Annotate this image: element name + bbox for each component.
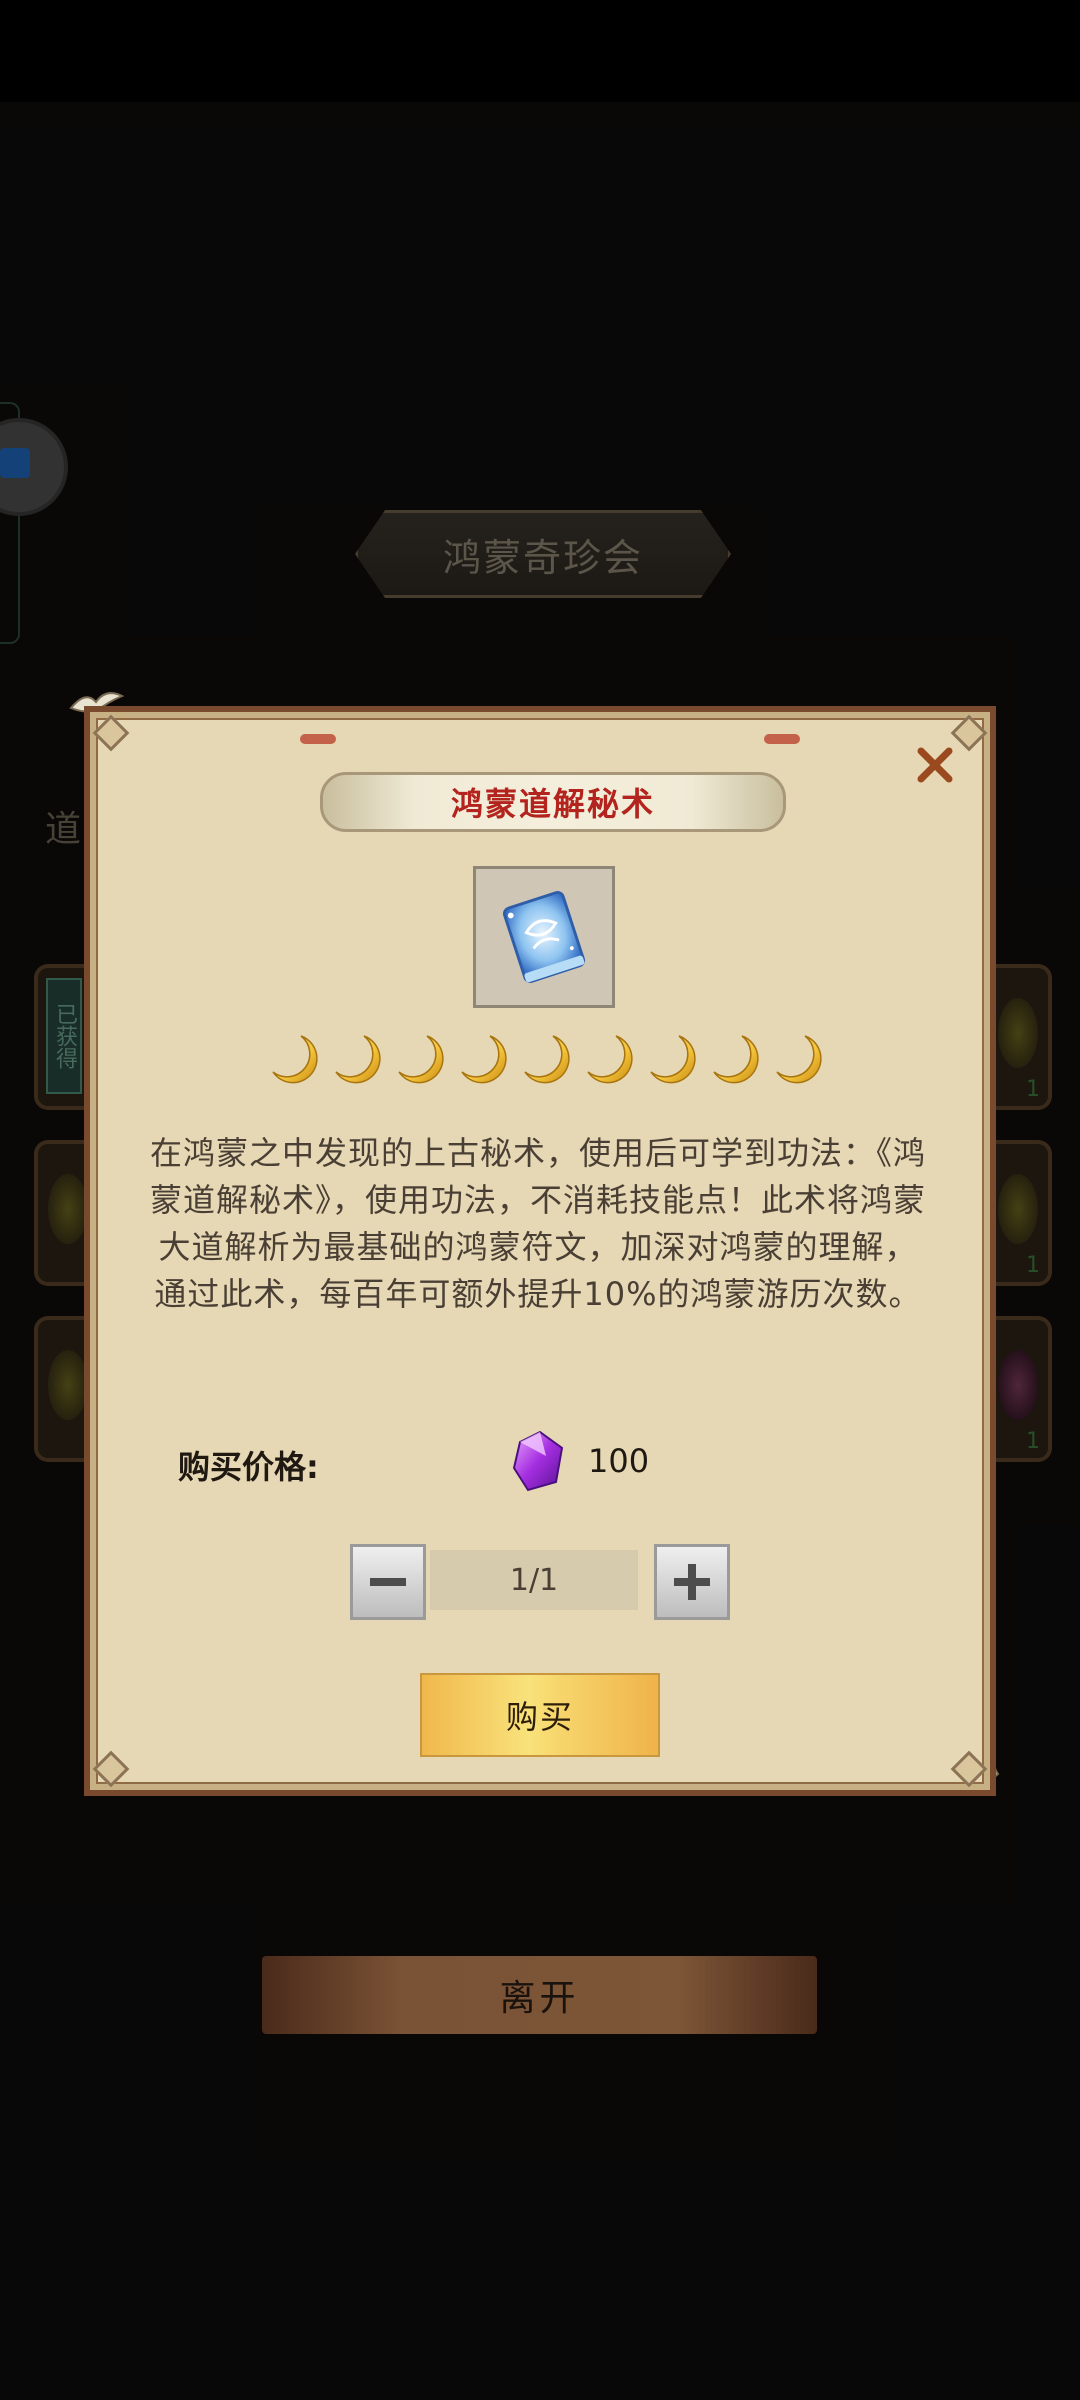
crescent-moon-icon — [524, 1035, 570, 1084]
leave-button[interactable]: 离开 — [262, 1956, 817, 2034]
minus-icon — [370, 1578, 406, 1586]
item-icon-frame — [473, 866, 615, 1008]
close-button[interactable] — [910, 740, 960, 790]
item-purchase-dialog: 鸿蒙道解秘术 在鸿蒙之中发现的上古秘术，使用后可学到功法：《鸿蒙道解秘术》，使用… — [84, 706, 996, 1796]
crescent-moon-icon — [398, 1035, 444, 1084]
quantity-display: 1/1 — [430, 1550, 638, 1610]
buy-button[interactable]: 购买 — [420, 1673, 660, 1757]
price-label: 购买价格: — [178, 1448, 319, 1486]
corner-ornament — [950, 1750, 988, 1788]
corner-ornament — [92, 714, 130, 752]
leave-button-label: 离开 — [499, 1978, 580, 2019]
item-rating — [267, 1032, 827, 1096]
crescent-moon-icon — [587, 1035, 633, 1084]
item-description: 在鸿蒙之中发现的上古秘术，使用后可学到功法：《鸿蒙道解秘术》，使用功法，不消耗技… — [149, 1134, 926, 1313]
corner-ornament — [92, 1750, 130, 1788]
crescent-moon-icon — [713, 1035, 759, 1084]
crescent-moon-icon — [335, 1035, 381, 1084]
item-title-banner: 鸿蒙道解秘术 — [320, 772, 786, 832]
close-icon — [917, 747, 953, 783]
plus-icon-vertical — [688, 1564, 696, 1600]
price-value: 100 — [588, 1442, 650, 1480]
banner-knob-right — [764, 734, 800, 744]
quantity-decrease-button[interactable] — [350, 1544, 426, 1620]
spell-book-icon — [502, 891, 586, 983]
buy-button-label: 购买 — [505, 1698, 574, 1736]
item-name: 鸿蒙道解秘术 — [450, 785, 655, 823]
banner-knob-left — [300, 734, 336, 744]
crescent-moon-icon — [650, 1035, 696, 1084]
crescent-moon-icon — [461, 1035, 507, 1084]
crescent-moon-icon — [272, 1035, 318, 1084]
quantity-increase-button[interactable] — [654, 1544, 730, 1620]
purple-gem-icon — [512, 1430, 564, 1492]
crescent-moon-icon — [776, 1035, 822, 1084]
